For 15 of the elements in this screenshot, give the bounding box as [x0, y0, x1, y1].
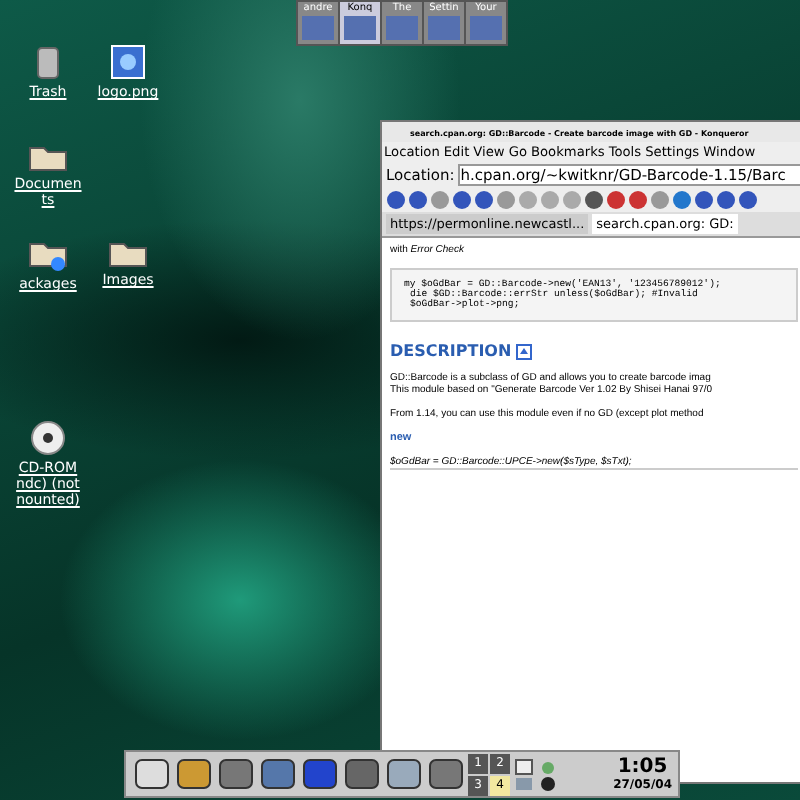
- launcher-icon[interactable]: [384, 756, 424, 792]
- cd-icon[interactable]: [30, 420, 66, 456]
- launcher-icon[interactable]: [426, 756, 466, 792]
- launcher-icon[interactable]: [300, 756, 340, 792]
- section-heading: DESCRIPTION: [390, 342, 512, 360]
- image-file-icon[interactable]: [110, 44, 146, 80]
- launcher-icon[interactable]: [216, 756, 256, 792]
- trash-icon[interactable]: [32, 44, 64, 80]
- clock-time: 1:05: [617, 756, 668, 778]
- back-to-top-icon[interactable]: [515, 343, 532, 359]
- system-tray-icon[interactable]: [512, 756, 560, 792]
- launcher-icon[interactable]: [132, 756, 172, 792]
- launcher-icon[interactable]: [342, 756, 382, 792]
- launcher-icon[interactable]: [258, 756, 298, 792]
- launcher-icon[interactable]: [174, 756, 214, 792]
